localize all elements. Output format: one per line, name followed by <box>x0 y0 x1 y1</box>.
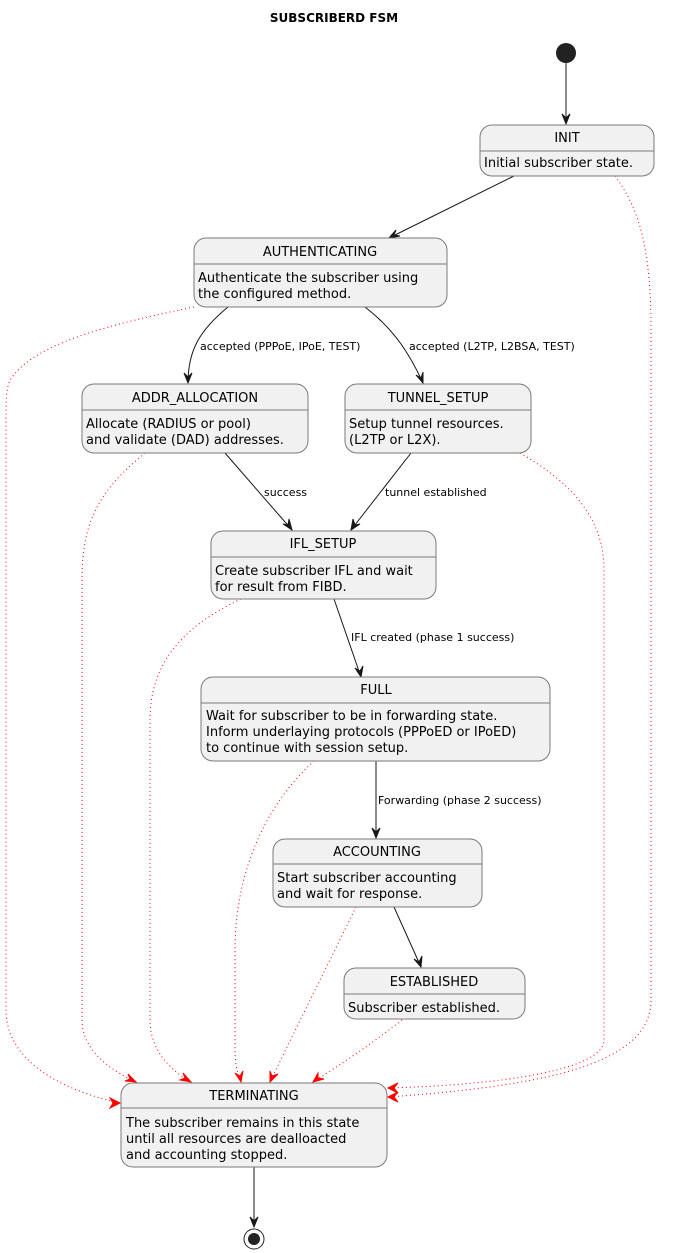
state-desc: and accounting stopped. <box>126 1148 287 1163</box>
edge-label-ifl-to-full: IFL created (phase 1 success) <box>351 631 514 644</box>
error-edge-acct <box>269 906 357 1083</box>
state-name: ADDR_ALLOCATION <box>132 391 258 406</box>
edge-label-tunnel-to-ifl: tunnel established <box>385 486 487 499</box>
state-name: TUNNEL_SETUP <box>387 391 489 406</box>
state-ifl-setup[interactable]: IFL_SETUP Create subscriber IFL and wait… <box>210 530 437 600</box>
state-desc: Allocate (RADIUS or pool) <box>86 417 251 432</box>
edge-label-auth-to-addr: accepted (PPPoE, IPoE, TEST) <box>200 340 360 353</box>
error-edge-addr <box>81 452 146 1083</box>
edge-label-addr-to-ifl: success <box>264 486 307 499</box>
state-name: TERMINATING <box>208 1089 298 1104</box>
start-node <box>556 43 576 63</box>
state-established[interactable]: ESTABLISHED Subscriber established. <box>343 967 526 1020</box>
state-desc: Initial subscriber state. <box>484 156 633 171</box>
arrowhead <box>415 371 424 385</box>
state-desc: Setup tunnel resources. <box>349 417 504 432</box>
diagram-title: SUBSCRIBERD FSM <box>270 11 398 25</box>
error-edge-ifl <box>149 598 242 1083</box>
error-arrowhead <box>386 1082 399 1094</box>
state-name: IFL_SETUP <box>290 537 357 552</box>
error-arrowhead <box>234 1070 244 1084</box>
state-desc: the configured method. <box>198 287 351 302</box>
state-name: FULL <box>360 683 392 698</box>
state-desc: to continue with session setup. <box>206 741 408 756</box>
error-arrowhead <box>108 1096 122 1110</box>
error-arrowhead <box>178 1072 193 1083</box>
edge-label-full-to-acct: Forwarding (phase 2 success) <box>378 794 542 807</box>
state-desc: The subscriber remains in this state <box>125 1116 359 1131</box>
edge-init-to-auth <box>388 175 515 239</box>
error-edge-full <box>234 760 315 1083</box>
error-arrowhead <box>124 1073 138 1083</box>
state-authenticating[interactable]: AUTHENTICATING Authenticate the subscrib… <box>193 237 448 308</box>
edge-label-auth-to-tunnel: accepted (L2TP, L2BSA, TEST) <box>409 340 575 353</box>
state-init[interactable]: INIT Initial subscriber state. <box>479 124 655 177</box>
edge-acct-to-est <box>393 906 422 968</box>
state-desc: until all resources are dealloacted <box>126 1132 346 1147</box>
state-terminating[interactable]: TERMINATING The subscriber remains in th… <box>120 1082 388 1168</box>
error-transitions <box>5 175 652 1110</box>
state-desc: Inform underlaying protocols (PPPoED or … <box>206 725 516 740</box>
state-desc: Create subscriber IFL and wait <box>215 564 413 579</box>
state-addr-allocation[interactable]: ADDR_ALLOCATION Allocate (RADIUS or pool… <box>81 383 309 454</box>
state-desc: and wait for response. <box>277 887 422 902</box>
arrowhead <box>387 229 401 239</box>
state-tunnel-setup[interactable]: TUNNEL_SETUP Setup tunnel resources. (L2… <box>344 383 532 454</box>
error-arrowhead <box>386 1091 399 1103</box>
error-arrowhead <box>311 1071 325 1083</box>
state-desc: Subscriber established. <box>348 1001 500 1016</box>
state-desc: Authenticate the subscriber using <box>198 271 418 286</box>
error-edge-established <box>312 1019 403 1083</box>
state-name: ESTABLISHED <box>390 975 479 990</box>
state-name: AUTHENTICATING <box>263 245 377 260</box>
state-desc: for result from FIBD. <box>215 580 347 595</box>
state-name: INIT <box>554 131 579 146</box>
fsm-diagram: SUBSCRIBERD FSM accepted (PPPoE, IPoE, T… <box>5 11 655 1250</box>
state-desc: Start subscriber accounting <box>277 871 457 886</box>
state-desc: and validate (DAD) addresses. <box>86 433 284 448</box>
state-name: ACCOUNTING <box>333 845 421 860</box>
arrowhead <box>413 955 423 969</box>
end-node <box>243 1228 265 1250</box>
state-desc: (L2TP or L2X). <box>349 433 441 448</box>
state-accounting[interactable]: ACCOUNTING Start subscriber accounting a… <box>272 838 483 908</box>
state-full[interactable]: FULL Wait for subscriber to be in forwar… <box>200 676 551 762</box>
state-desc: Wait for subscriber to be in forwarding … <box>206 709 497 724</box>
arrowhead <box>354 665 364 679</box>
